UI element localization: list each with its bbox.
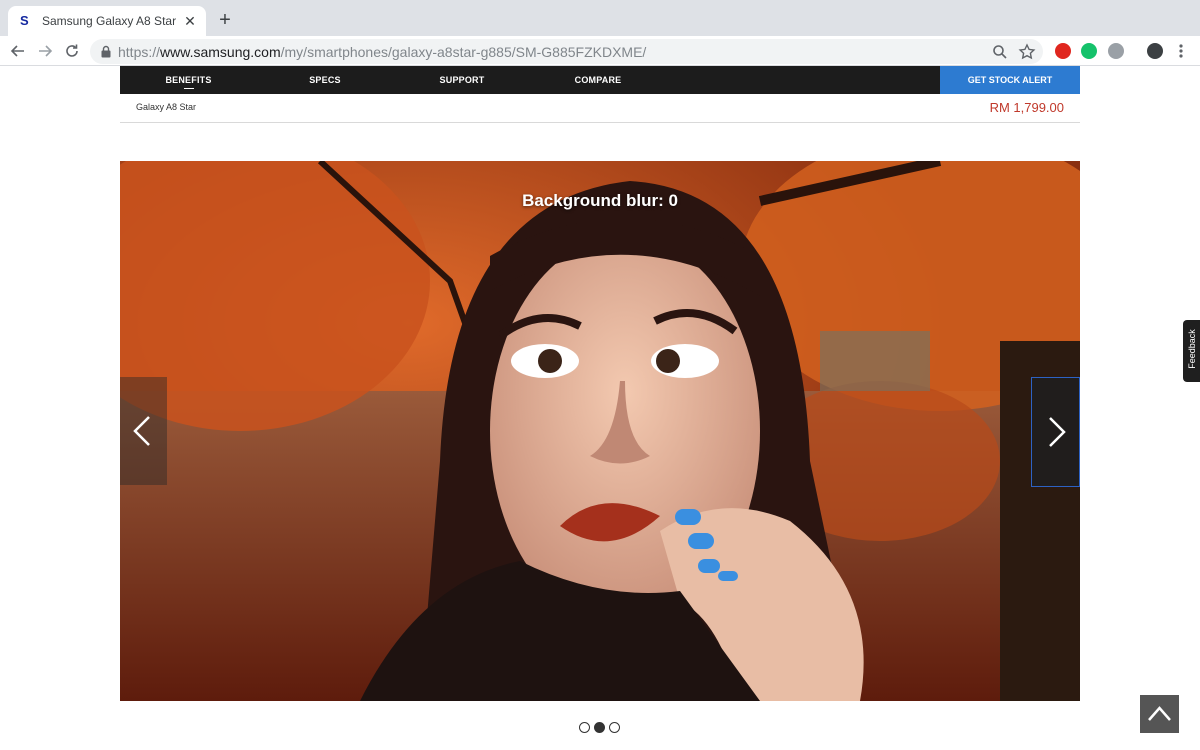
browser-tab[interactable]: S Samsung Galaxy A8 Star (2018 ✕ <box>8 6 206 36</box>
url-scheme: https:// <box>118 44 161 60</box>
back-to-top-button[interactable] <box>1140 695 1179 733</box>
new-tab-button[interactable]: + <box>214 9 236 31</box>
carousel-next-button[interactable] <box>1031 377 1080 487</box>
chevron-left-icon <box>133 416 150 446</box>
hero-caption: Background blur: 0 <box>522 191 678 210</box>
lock-icon <box>101 45 111 58</box>
forward-arrow-icon[interactable] <box>34 40 56 62</box>
url-path: /my/smartphones/galaxy-a8star-g885/SM-G8… <box>280 44 647 60</box>
close-tab-icon[interactable]: ✕ <box>182 13 198 29</box>
carousel-dot-1[interactable] <box>579 722 590 733</box>
product-subnav: BENEFITS SPECS SUPPORT COMPARE GET STOCK… <box>120 66 1080 94</box>
subnav-specs[interactable]: SPECS <box>300 66 350 94</box>
carousel-prev-button[interactable] <box>120 377 167 485</box>
browser-toolbar: https://www.samsung.com/my/smartphones/g… <box>0 36 1200 66</box>
profile-avatar-icon[interactable] <box>1147 43 1163 59</box>
subnav-support[interactable]: SUPPORT <box>434 66 490 94</box>
bookmark-star-icon[interactable] <box>1017 42 1037 62</box>
chevron-right-icon <box>1049 417 1066 447</box>
browser-tabstrip: S Samsung Galaxy A8 Star (2018 ✕ + <box>0 0 1200 36</box>
tab-title: Samsung Galaxy A8 Star (2018 <box>42 14 178 28</box>
product-price: RM 1,799.00 <box>989 100 1064 115</box>
chevron-up-icon <box>1148 706 1171 721</box>
subnav-compare[interactable]: COMPARE <box>570 66 626 94</box>
samsung-favicon-icon: S <box>20 13 29 28</box>
search-icon[interactable] <box>990 42 1010 62</box>
get-stock-alert-button[interactable]: GET STOCK ALERT <box>940 66 1080 94</box>
carousel-dot-2[interactable] <box>594 722 605 733</box>
url-text: https://www.samsung.com/my/smartphones/g… <box>118 44 646 60</box>
address-bar[interactable]: https://www.samsung.com/my/smartphones/g… <box>90 39 1043 64</box>
product-name: Galaxy A8 Star <box>136 102 197 112</box>
hero-carousel: Background blur: 0 <box>120 161 1080 701</box>
url-host: www.samsung.com <box>160 44 281 60</box>
extension-icon[interactable] <box>1108 43 1124 59</box>
back-arrow-icon[interactable] <box>7 40 29 62</box>
chrome-menu-icon[interactable] <box>1172 41 1190 61</box>
carousel-dot-3[interactable] <box>609 722 620 733</box>
carousel-pagination <box>579 722 623 734</box>
feedback-label: Feedback <box>1187 329 1197 369</box>
reload-icon[interactable] <box>61 40 83 62</box>
hero-photo <box>120 161 1080 701</box>
subnav-benefits[interactable]: BENEFITS <box>160 66 217 94</box>
product-bar: Galaxy A8 Star RM 1,799.00 <box>120 94 1080 123</box>
opera-extension-icon[interactable] <box>1055 43 1071 59</box>
feedback-tab[interactable]: Feedback <box>1183 320 1200 382</box>
grammarly-extension-icon[interactable] <box>1081 43 1097 59</box>
